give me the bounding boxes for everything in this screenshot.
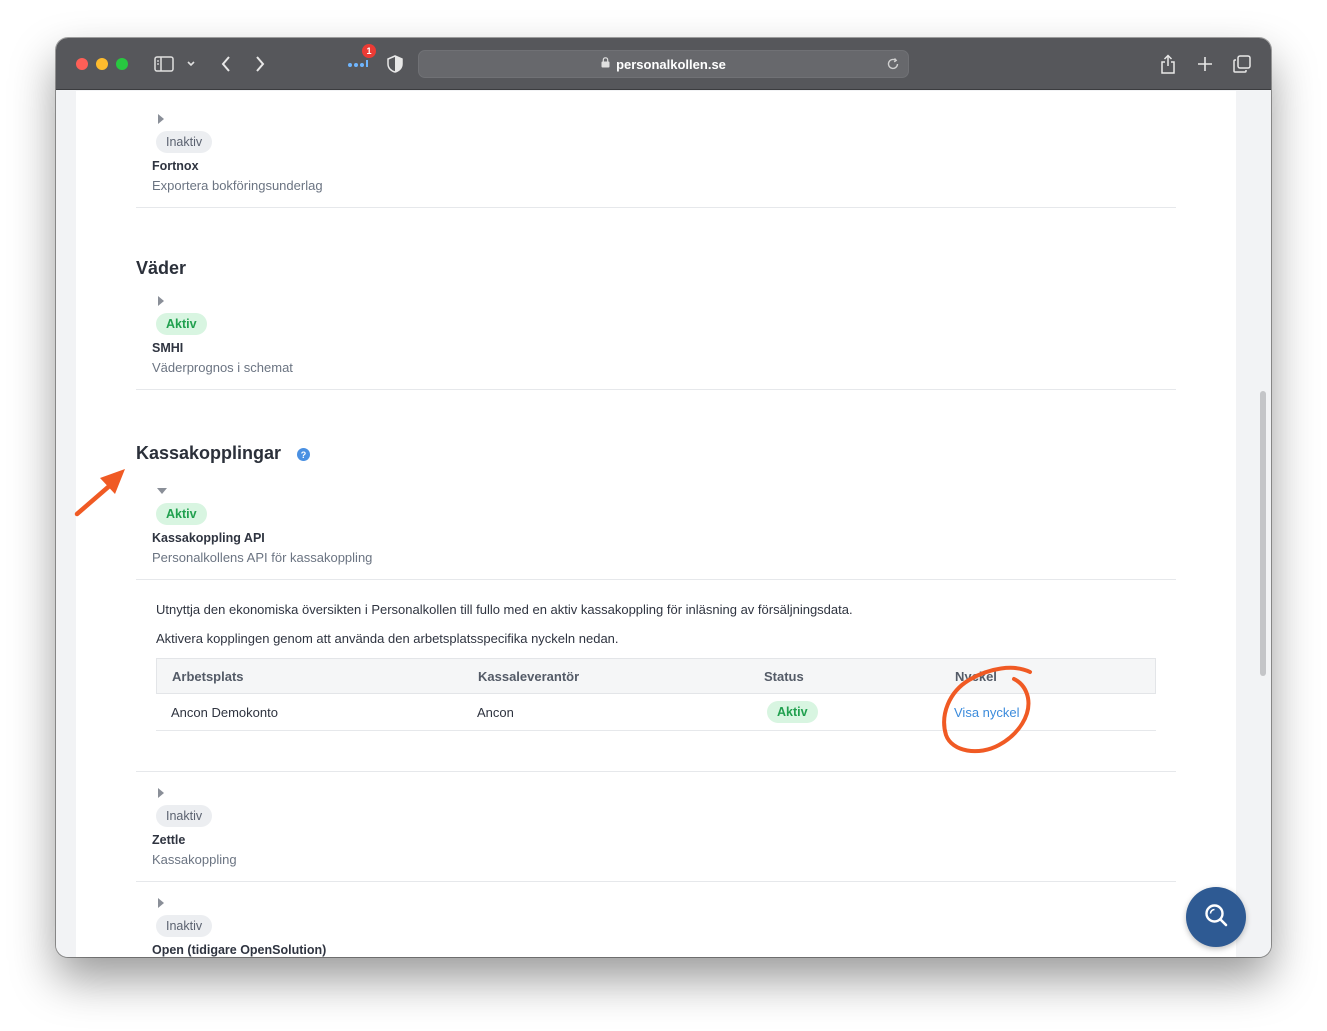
notification-badge: 1 (362, 44, 376, 58)
fortnox-description: Exportera bokföringsunderlag (152, 178, 323, 193)
table-row: Ancon Demokonto Ancon Aktiv Visa nyckel (156, 694, 1156, 731)
cell-kassaleverantor: Ancon (477, 705, 514, 720)
fortnox-status-badge: Inaktiv (156, 131, 213, 153)
smhi-name: SMHI (152, 341, 184, 355)
share-icon[interactable] (1157, 52, 1179, 76)
divider (136, 771, 1176, 772)
browser-toolbar: 1 personalkollen.se (56, 38, 1271, 90)
zettle-status-badge: Inaktiv (156, 805, 213, 827)
expand-fortnox-caret-icon[interactable] (158, 114, 164, 124)
page-content: Inaktiv Fortnox Exportera bokföringsunde… (76, 91, 1236, 957)
close-window-button[interactable] (76, 58, 88, 70)
search-icon (1203, 902, 1229, 933)
shield-icon[interactable] (384, 52, 406, 76)
chevron-down-icon[interactable] (184, 52, 198, 76)
show-key-link[interactable]: Visa nyckel (954, 705, 1020, 720)
column-header-kassaleverantor: Kassaleverantör (478, 669, 580, 684)
api-name: Kassakoppling API (152, 531, 265, 545)
zettle-description: Kassakoppling (152, 852, 237, 867)
divider (136, 881, 1176, 882)
expand-zettle-caret-icon[interactable] (158, 788, 164, 798)
help-icon[interactable]: ? (297, 448, 310, 461)
section-title-vader: Väder (136, 258, 187, 278)
row-status-badge: Aktiv (767, 701, 818, 723)
collapse-api-caret-icon[interactable] (157, 488, 167, 494)
divider (136, 207, 1176, 208)
forward-icon[interactable] (250, 52, 270, 76)
smhi-description: Väderprognos i schemat (152, 360, 293, 375)
expand-open-caret-icon[interactable] (158, 898, 164, 908)
tab-overview-icon[interactable] (1231, 52, 1253, 76)
page-viewport: Inaktiv Fortnox Exportera bokföringsunde… (56, 91, 1271, 957)
table-header: Arbetsplats Kassaleverantör Status Nycke… (156, 658, 1156, 694)
help-search-button[interactable] (1186, 887, 1246, 947)
api-activation-paragraph: Aktivera kopplingen genom att använda de… (156, 631, 619, 646)
scrollbar-thumb[interactable] (1260, 391, 1266, 676)
address-bar[interactable]: personalkollen.se (418, 50, 909, 78)
column-header-nyckel: Nyckel (955, 669, 997, 684)
section-title-kassakopplingar: Kassakopplingar (136, 443, 282, 463)
api-status-badge: Aktiv (156, 503, 207, 525)
back-icon[interactable] (216, 52, 236, 76)
smhi-status-badge: Aktiv (156, 313, 207, 335)
zettle-name: Zettle (152, 833, 186, 847)
new-tab-icon[interactable] (1194, 52, 1216, 76)
divider (136, 579, 1176, 580)
browser-window: 1 personalkollen.se Inaktiv Fortnox Expo… (56, 38, 1271, 957)
reload-icon[interactable] (886, 57, 900, 76)
expand-smhi-caret-icon[interactable] (158, 296, 164, 306)
lock-icon (601, 55, 610, 73)
minimize-window-button[interactable] (96, 58, 108, 70)
open-name: Open (tidigare OpenSolution) (152, 943, 327, 957)
cell-arbetsplats: Ancon Demokonto (171, 705, 278, 720)
divider (136, 389, 1176, 390)
url-text: personalkollen.se (616, 56, 726, 72)
open-status-badge: Inaktiv (156, 915, 213, 937)
column-header-status: Status (764, 669, 804, 684)
api-description: Personalkollens API för kassakoppling (152, 550, 373, 565)
api-intro-paragraph: Utnyttja den ekonomiska översikten i Per… (156, 602, 853, 617)
zoom-window-button[interactable] (116, 58, 128, 70)
fortnox-name: Fortnox (152, 159, 199, 173)
column-header-arbetsplats: Arbetsplats (172, 669, 244, 684)
sidebar-toggle-icon[interactable] (152, 52, 176, 76)
